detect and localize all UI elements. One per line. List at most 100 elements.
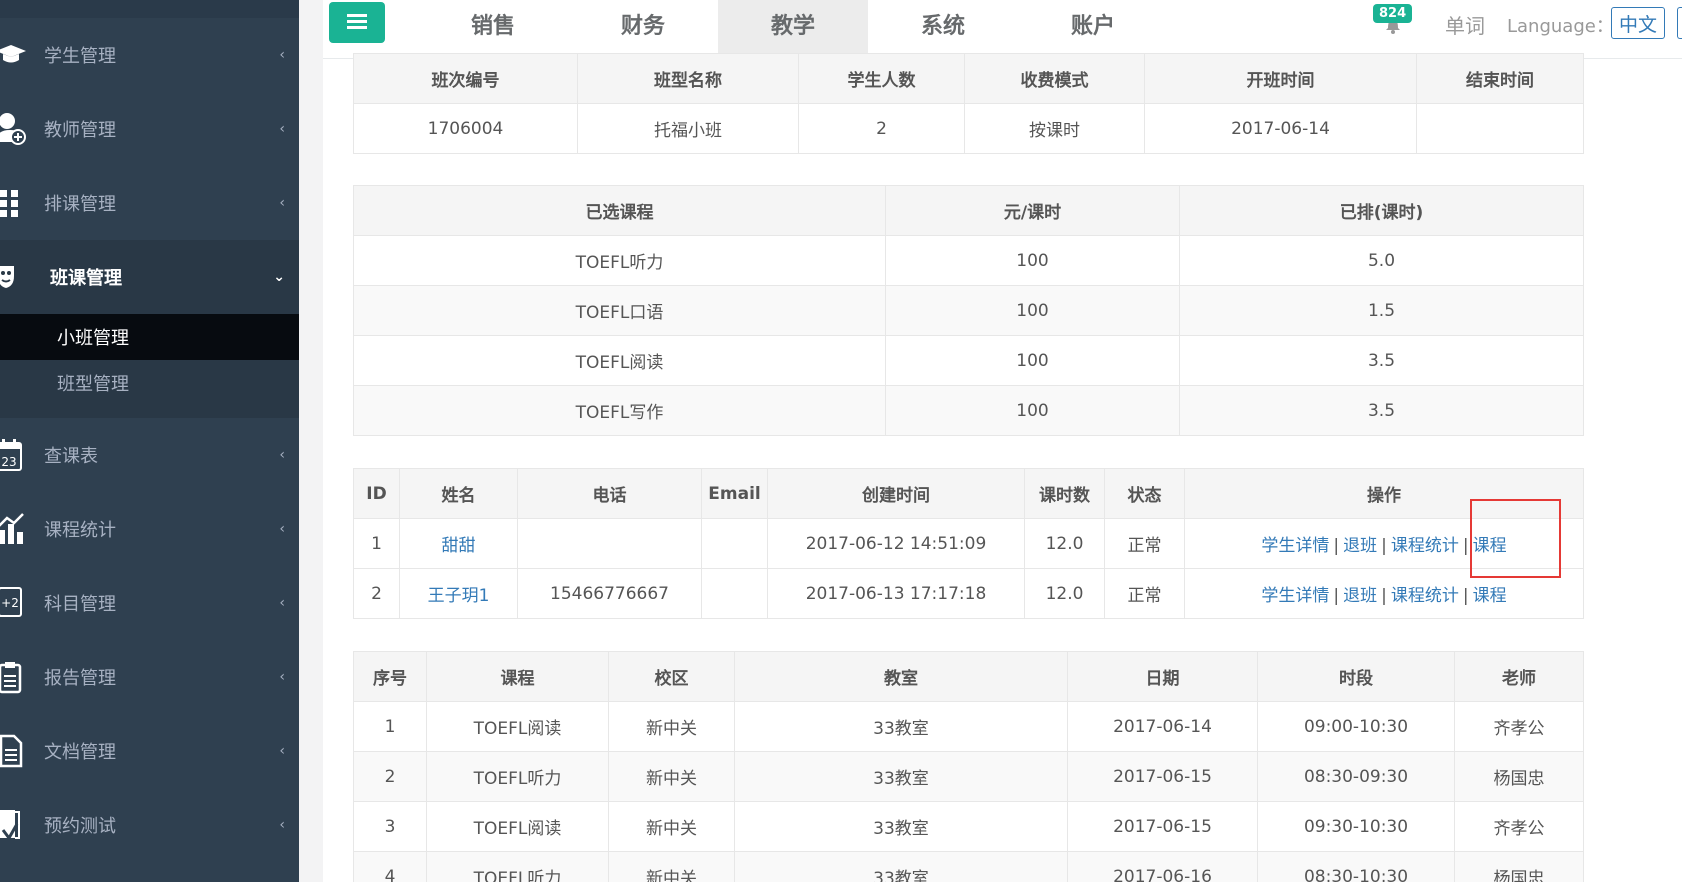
word-link[interactable]: 单词: [1445, 10, 1485, 39]
notification-badge: 824: [1373, 4, 1413, 23]
sidebar-item-students[interactable]: 学生管理 ‹: [0, 18, 299, 92]
sidebar: 学生管理 ‹ 教师管理 ‹ 排课管理 ‹ 班课管理 ⌄ 小班管理 班型管理 23…: [0, 0, 299, 882]
chevron-left-icon: ‹: [279, 47, 285, 63]
sidebar-item-subjects[interactable]: +2 科目管理 ‹: [0, 566, 299, 640]
table-cell: 正常: [1104, 518, 1185, 569]
calendar-icon-text: 23: [1, 455, 16, 469]
column-header: ID: [353, 468, 400, 519]
chevron-left-icon: ‹: [279, 447, 285, 463]
table-header-row: ID 姓名 电话 Email 创建时间 课时数 状态 操作: [353, 468, 1584, 519]
student-details-link[interactable]: 学生详情: [1261, 586, 1329, 606]
tab-teaching[interactable]: 教学: [718, 0, 868, 59]
table-cell: 齐孝公: [1454, 801, 1584, 852]
language-button-english[interactable]: [1677, 7, 1682, 39]
table-cell: [701, 568, 768, 619]
table-cell: [701, 518, 768, 569]
table-cell: 2: [353, 751, 427, 802]
table-row: 2 TOEFL听力 新中关 33教室 2017-06-15 08:30-09:3…: [353, 751, 1584, 802]
table-cell: TOEFL写作: [353, 385, 886, 436]
withdraw-link[interactable]: 退班: [1343, 586, 1377, 606]
sidebar-item-class-management[interactable]: 班课管理 ⌄: [0, 240, 299, 314]
column-header: 校区: [608, 651, 735, 702]
sidebar-item-reports[interactable]: 报告管理 ‹: [0, 640, 299, 714]
column-header: 姓名: [399, 468, 518, 519]
sidebar-item-timetable[interactable]: 23 查课表 ‹: [0, 418, 299, 492]
table-cell: 09:00-10:30: [1257, 701, 1455, 752]
chevron-left-icon: ‹: [279, 521, 285, 537]
sidebar-subitem-small-class[interactable]: 小班管理: [0, 314, 299, 360]
chevron-left-icon: ‹: [279, 121, 285, 137]
sidebar-item-documents[interactable]: 文档管理 ‹: [0, 714, 299, 788]
column-header: Email: [701, 468, 768, 519]
chevron-left-icon: ‹: [279, 595, 285, 611]
language-button-chinese[interactable]: 中文: [1611, 7, 1666, 39]
tab-sales[interactable]: 销售: [418, 0, 568, 59]
table-cell: 2017-06-14: [1144, 103, 1417, 154]
table-cell: 33教室: [734, 851, 1068, 882]
table-cell: 新中关: [608, 751, 735, 802]
withdraw-link[interactable]: 退班: [1343, 536, 1377, 556]
column-header: 学生人数: [798, 53, 965, 104]
table-cell: 33教室: [734, 701, 1068, 752]
sidebar-item-label: 课程统计: [44, 520, 116, 541]
table-row: 1706004 托福小班 2 按课时 2017-06-14: [353, 103, 1584, 154]
table-row: 1 甜甜 2017-06-12 14:51:09 12.0 正常 学生详情 | 退班…: [353, 518, 1584, 569]
table-cell: 甜甜: [399, 518, 518, 569]
sidebar-item-label: 查课表: [44, 446, 98, 467]
masks-icon: [0, 260, 26, 294]
sidebar-item-label: 预约测试: [44, 816, 116, 837]
column-header: 已选课程: [353, 185, 886, 236]
table-cell: 12.0: [1024, 518, 1105, 569]
chevron-down-icon: ⌄: [273, 269, 285, 285]
table-cell: 杨国忠: [1454, 851, 1584, 882]
table-cell: 齐孝公: [1454, 701, 1584, 752]
sidebar-item-teachers[interactable]: 教师管理 ‹: [0, 92, 299, 166]
students-table: ID 姓名 电话 Email 创建时间 课时数 状态 操作 1 甜甜 2017-…: [353, 468, 1584, 619]
table-row: 2 王子玥1 15466776667 2017-06-13 17:17:18 1…: [353, 568, 1584, 619]
table-cell: 按课时: [964, 103, 1145, 154]
table-cell: 2017-06-13 17:17:18: [767, 568, 1025, 619]
separator: |: [1381, 536, 1387, 556]
sidebar-item-test-booking[interactable]: 预约测试 ‹: [0, 788, 299, 862]
table-cell: TOEFL听力: [426, 851, 609, 882]
language-label: Language：: [1507, 16, 1614, 37]
sidebar-top-strip: [0, 0, 299, 18]
chevron-left-icon: ‹: [279, 195, 285, 211]
course-stats-link[interactable]: 课程统计: [1391, 536, 1459, 556]
student-name-link[interactable]: 甜甜: [442, 536, 476, 556]
calculator-icon-text: +2: [1, 596, 19, 610]
table-header-row: 班次编号 班型名称 学生人数 收费模式 开班时间 结束时间: [353, 53, 1584, 104]
tab-finance[interactable]: 财务: [568, 0, 718, 59]
tab-account[interactable]: 账户: [1018, 0, 1168, 59]
top-tabs: 销售 财务 教学 系统 账户: [418, 0, 1168, 59]
course-link[interactable]: 课程: [1473, 586, 1507, 606]
table-cell: 5.0: [1179, 235, 1584, 286]
tab-system[interactable]: 系统: [868, 0, 1018, 59]
table-row: 1 TOEFL阅读 新中关 33教室 2017-06-14 09:00-10:3…: [353, 701, 1584, 752]
table-cell: 杨国忠: [1454, 751, 1584, 802]
table-cell: TOEFL阅读: [426, 801, 609, 852]
table-cell: 33教室: [734, 751, 1068, 802]
table-cell: 12.0: [1024, 568, 1105, 619]
table-cell: 100: [885, 385, 1180, 436]
column-header: 时段: [1257, 651, 1455, 702]
column-header: 教室: [734, 651, 1068, 702]
table-cell: 2017-06-15: [1067, 801, 1258, 852]
sidebar-item-label: 报告管理: [44, 668, 116, 689]
menu-toggle-button[interactable]: [329, 2, 385, 43]
student-name-link[interactable]: 王子玥1: [428, 586, 490, 606]
sidebar-item-course-stats[interactable]: 课程统计 ‹: [0, 492, 299, 566]
table-cell: 新中关: [608, 851, 735, 882]
calculator-icon: +2: [0, 586, 26, 620]
sidebar-item-label: 教师管理: [44, 120, 116, 141]
sidebar-subitem-class-type[interactable]: 班型管理: [0, 360, 299, 406]
column-header: 结束时间: [1416, 53, 1584, 104]
sidebar-item-scheduling[interactable]: 排课管理 ‹: [0, 166, 299, 240]
course-stats-link[interactable]: 课程统计: [1391, 586, 1459, 606]
table-cell: 1: [353, 518, 400, 569]
document-icon: [0, 734, 26, 768]
grid-icon: [0, 186, 26, 220]
student-details-link[interactable]: 学生详情: [1261, 536, 1329, 556]
separator: |: [1333, 536, 1340, 556]
graduation-cap-icon: [0, 38, 26, 72]
